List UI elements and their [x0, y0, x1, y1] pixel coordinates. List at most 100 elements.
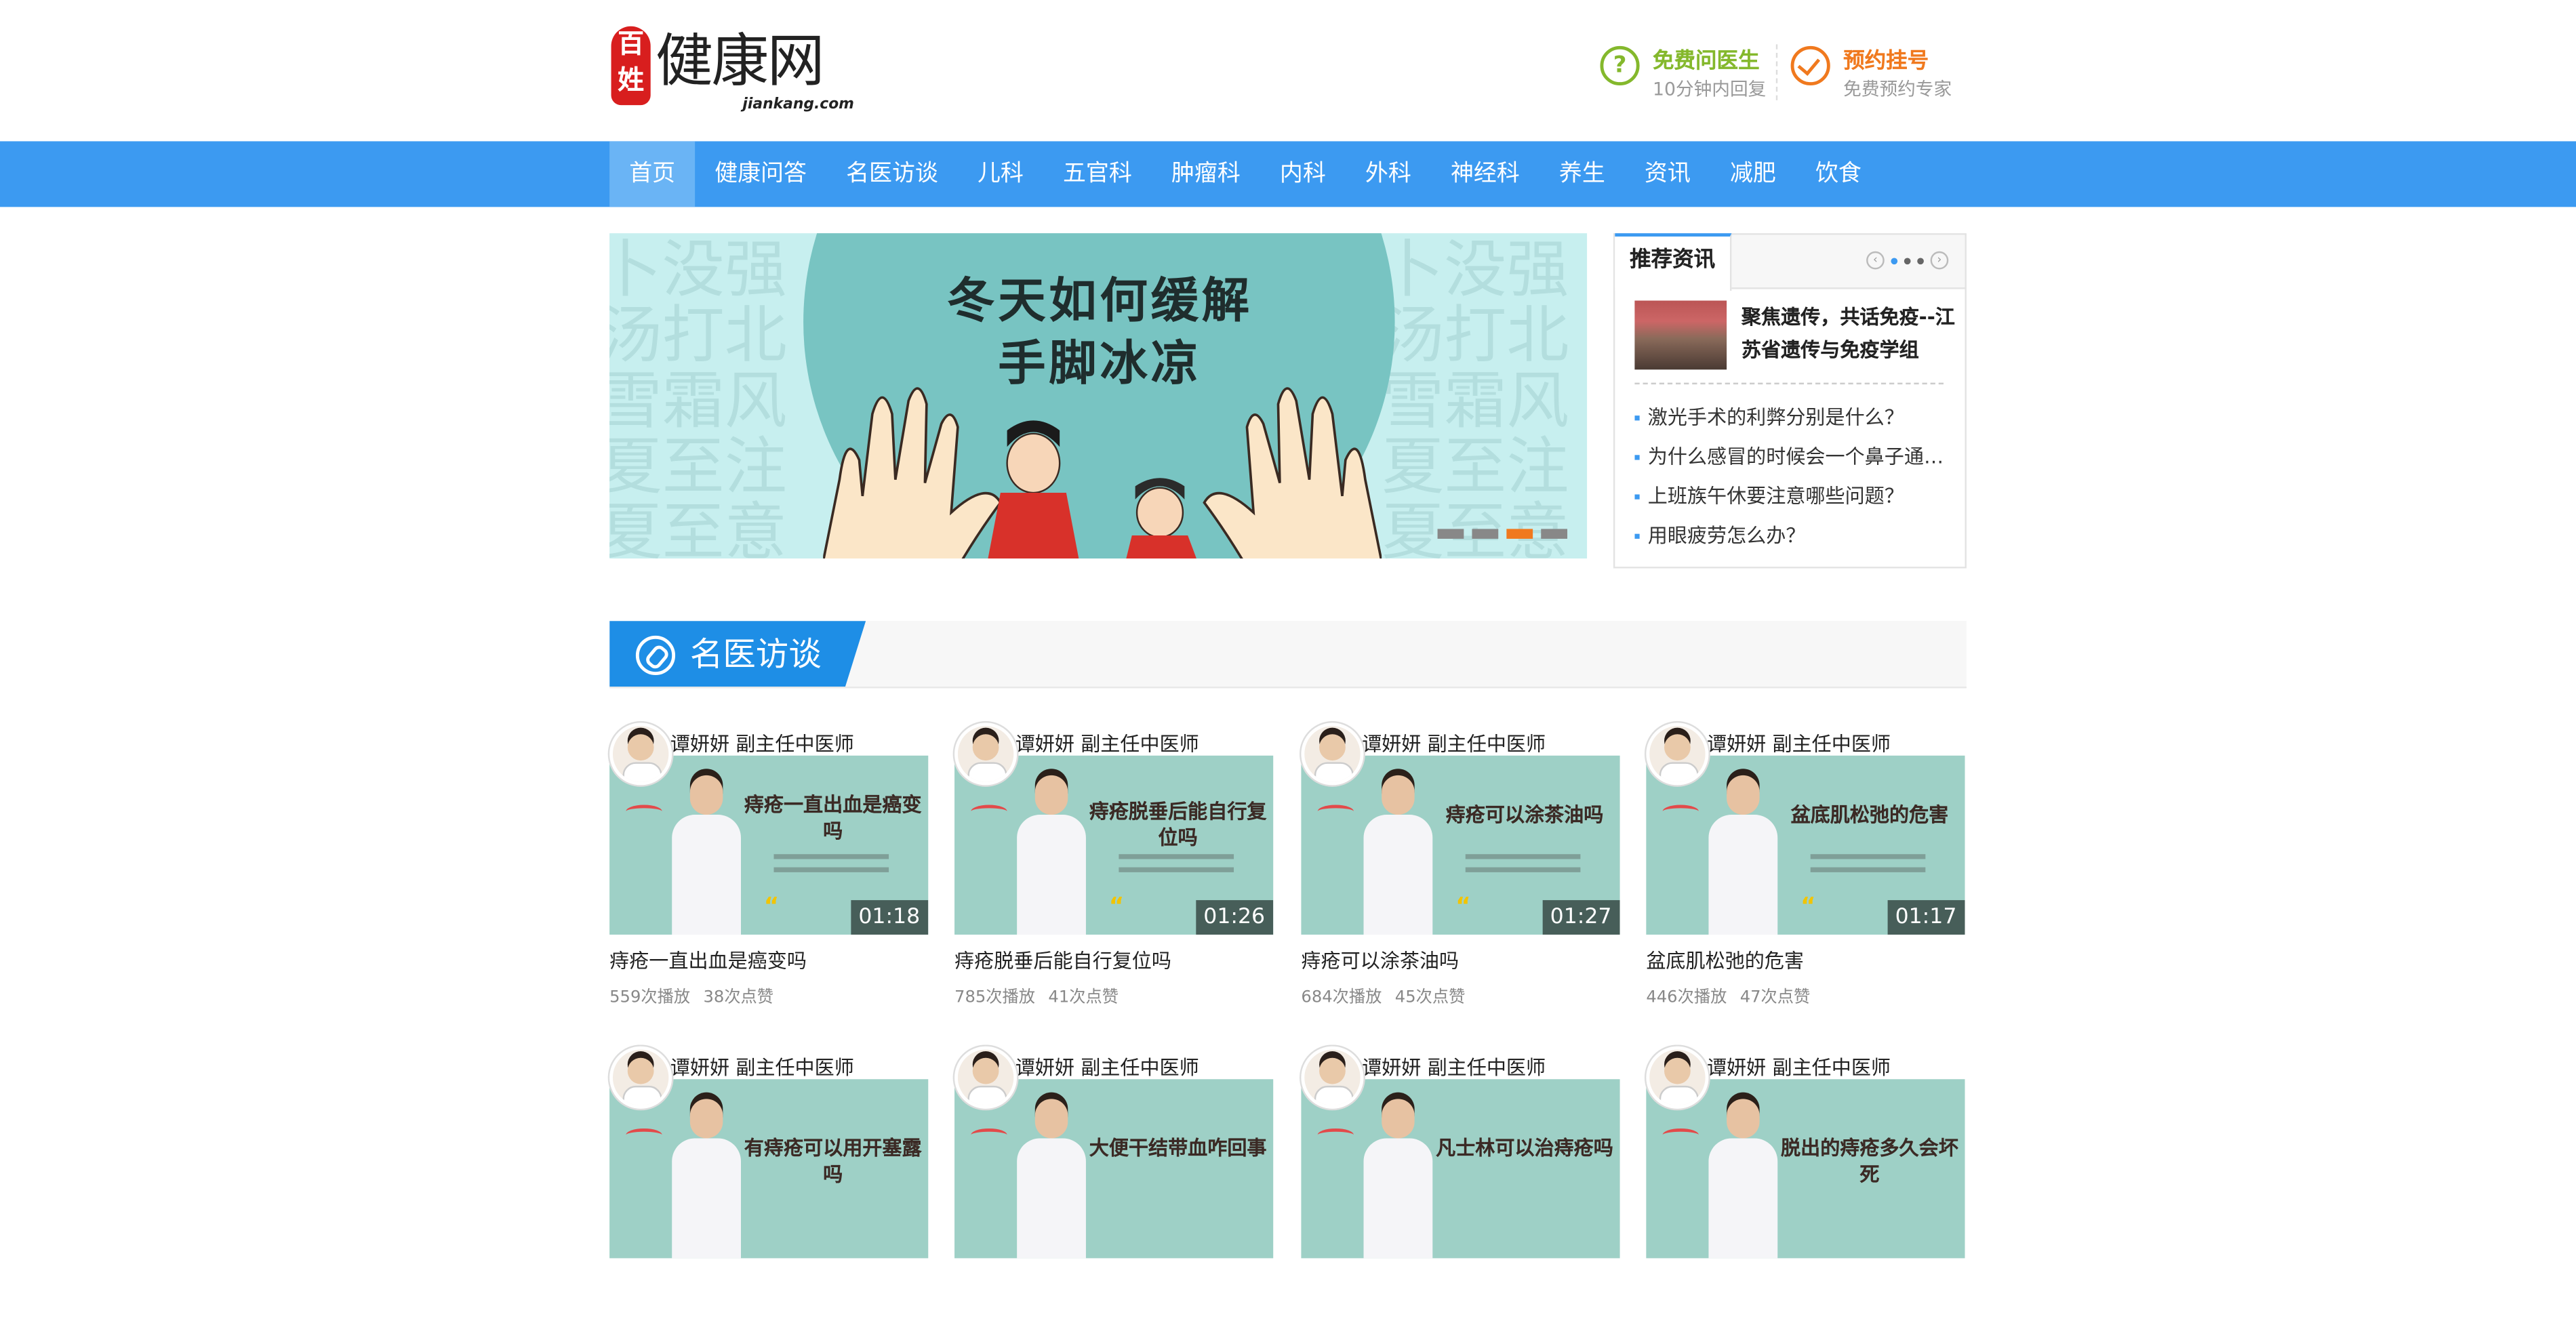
thumbnail-title: 脱出的痔疮多久会坏死: [1781, 1137, 1958, 1186]
doctor-name[interactable]: 谭妍妍 副主任中医师: [1015, 729, 1199, 757]
tab-recommended-news[interactable]: 推荐资讯: [1615, 233, 1732, 291]
doctor-avatar[interactable]: [609, 1046, 672, 1109]
news-list-item[interactable]: 上班族午休要注意哪些问题？: [1634, 476, 1955, 516]
logo-domain: jiankang.com: [742, 96, 854, 114]
thumbnail-caption: [1810, 854, 1926, 859]
chevron-right-icon[interactable]: ›: [1930, 251, 1949, 270]
video-card[interactable]: 脱出的痔疮多久会坏死 谭妍妍 副主任中医师: [1646, 1046, 1965, 1342]
doctor-name[interactable]: 谭妍妍 副主任中医师: [670, 1053, 854, 1080]
video-card[interactable]: 痔疮一直出血是癌变吗 “ 01:18 谭妍妍 副主任中医师 痔疮一直出血是癌变吗…: [609, 723, 929, 1018]
play-count: 559次播放: [609, 988, 691, 1007]
banner-illustration: [823, 387, 1382, 558]
nav-item-weight-loss[interactable]: 减肥: [1710, 141, 1796, 207]
section-title-tab[interactable]: 名医访谈: [609, 621, 866, 687]
video-title[interactable]: 盆底肌松弛的危害: [1646, 946, 1804, 974]
thumbnail-title: 痔疮可以涂茶油吗: [1445, 803, 1604, 827]
video-thumbnail[interactable]: 凡士林可以治痔疮吗: [1301, 1079, 1620, 1259]
video-duration: 01:26: [1195, 900, 1274, 935]
banner-pagination: [1437, 529, 1568, 539]
doctor-avatar[interactable]: [1301, 723, 1364, 786]
video-card[interactable]: 凡士林可以治痔疮吗 谭妍妍 副主任中医师: [1301, 1046, 1620, 1342]
banner-dot[interactable]: [1472, 529, 1499, 539]
video-stats: 559次播放 38次点赞: [609, 982, 773, 1007]
doctor-name[interactable]: 谭妍妍 副主任中医师: [1707, 1053, 1891, 1080]
video-title[interactable]: 痔疮脱垂后能自行复位吗: [954, 946, 1171, 974]
thumbnail-caption: [1119, 854, 1234, 859]
doctor-avatar[interactable]: [609, 723, 672, 786]
recommended-news-panel: 推荐资讯 ‹ › 聚焦遗传，共话免疫--江苏省遗传与免疫学组 激光手术的利弊分别…: [1613, 233, 1967, 569]
decor-squiggle: [1317, 805, 1354, 818]
quote-icon: “: [1455, 893, 1471, 920]
section-title: 名医访谈: [689, 634, 822, 674]
banner-dot[interactable]: [1437, 529, 1464, 539]
nav-item-home[interactable]: 首页: [609, 141, 696, 207]
video-title[interactable]: 痔疮一直出血是癌变吗: [609, 946, 807, 974]
video-thumbnail[interactable]: 有痔疮可以用开塞露吗: [609, 1079, 929, 1259]
video-card[interactable]: 大便干结带血咋回事 谭妍妍 副主任中医师: [954, 1046, 1274, 1342]
pill-icon: [635, 635, 676, 676]
nav-item-doctor-interviews[interactable]: 名医访谈: [826, 141, 958, 207]
question-icon: ?: [1600, 45, 1640, 86]
featured-news-title[interactable]: 聚焦遗传，共话免疫--江苏省遗传与免疫学组: [1742, 301, 1955, 367]
main-nav: 首页 健康问答 名医访谈 儿科 五官科 肿瘤科 内科 外科 神经科 养生 资讯 …: [0, 141, 2576, 207]
video-thumbnail[interactable]: 痔疮脱垂后能自行复位吗 “ 01:26: [954, 755, 1274, 935]
doctor-avatar[interactable]: [954, 723, 1018, 786]
nav-item-ent[interactable]: 五官科: [1043, 141, 1152, 207]
video-thumbnail[interactable]: 脱出的痔疮多久会坏死: [1646, 1079, 1965, 1259]
book-appointment-title: 预约挂号: [1843, 49, 1929, 75]
video-thumbnail[interactable]: 痔疮一直出血是癌变吗 “ 01:18: [609, 755, 929, 935]
nav-item-pediatrics[interactable]: 儿科: [958, 141, 1043, 207]
video-card[interactable]: 痔疮可以涂茶油吗 “ 01:27 谭妍妍 副主任中医师 痔疮可以涂茶油吗 684…: [1301, 723, 1620, 1018]
news-list-item[interactable]: 为什么感冒的时候会一个鼻子通气一个鼻子不通: [1634, 437, 1955, 476]
nav-item-neurology[interactable]: 神经科: [1431, 141, 1539, 207]
news-carousel-controls: ‹ ›: [1866, 251, 1949, 270]
video-thumbnail[interactable]: 盆底肌松弛的危害 “ 01:17: [1646, 755, 1965, 935]
nav-item-health-qa[interactable]: 健康问答: [695, 141, 826, 207]
doctor-avatar[interactable]: [1301, 1046, 1364, 1109]
video-duration: 01:17: [1887, 900, 1965, 935]
decor-squiggle: [1662, 805, 1699, 818]
chevron-left-icon[interactable]: ‹: [1866, 251, 1885, 270]
doctor-name[interactable]: 谭妍妍 副主任中医师: [1015, 1053, 1199, 1080]
news-list-item[interactable]: 激光手术的利弊分别是什么？: [1634, 397, 1955, 436]
doctor-name[interactable]: 谭妍妍 副主任中医师: [1362, 729, 1546, 757]
banner-slide[interactable]: 卜没强汤打北雪霜风夏至注夏至意 汉牛防 卜没强汤打北雪霜风夏至注夏至意 汉牛防 …: [609, 233, 1588, 558]
site-logo[interactable]: 百姓 健康网 jiankang.com: [609, 23, 854, 121]
banner-dot[interactable]: [1541, 529, 1568, 539]
doctor-avatar[interactable]: [1646, 723, 1709, 786]
nav-item-diet[interactable]: 饮食: [1796, 141, 1881, 207]
banner-title: 冬天如何缓解 手脚冰凉: [931, 269, 1268, 394]
news-list-item[interactable]: 用眼疲劳怎么办？: [1634, 516, 1955, 555]
decor-squiggle: [1317, 1128, 1354, 1141]
video-thumbnail[interactable]: 痔疮可以涂茶油吗 “ 01:27: [1301, 755, 1620, 935]
decor-squiggle: [971, 1128, 1007, 1141]
video-title[interactable]: 痔疮可以涂茶油吗: [1301, 946, 1459, 974]
doctor-avatar[interactable]: [954, 1046, 1018, 1109]
nav-item-surgery[interactable]: 外科: [1346, 141, 1431, 207]
banner-dot-active[interactable]: [1506, 529, 1533, 539]
thumbnail-title: 有痔疮可以用开塞露吗: [744, 1137, 922, 1186]
doctor-name[interactable]: 谭妍妍 副主任中医师: [670, 729, 854, 757]
doctor-figure: [1708, 775, 1778, 935]
video-card[interactable]: 盆底肌松弛的危害 “ 01:17 谭妍妍 副主任中医师 盆底肌松弛的危害 446…: [1646, 723, 1965, 1018]
banner-bg-chars-right: 卜没强汤打北雪霜风夏至注夏至意 汉牛防: [1382, 233, 1569, 558]
doctor-name[interactable]: 谭妍妍 副主任中医师: [1707, 729, 1891, 757]
nav-item-wellness[interactable]: 养生: [1539, 141, 1625, 207]
video-thumbnail[interactable]: 大便干结带血咋回事: [954, 1079, 1274, 1259]
video-card[interactable]: 痔疮脱垂后能自行复位吗 “ 01:26 谭妍妍 副主任中医师 痔疮脱垂后能自行复…: [954, 723, 1274, 1018]
news-page-dot-active[interactable]: [1891, 257, 1898, 264]
video-card[interactable]: 有痔疮可以用开塞露吗 谭妍妍 副主任中医师: [609, 1046, 929, 1342]
news-page-dot[interactable]: [1917, 257, 1924, 264]
thumbnail-title: 痔疮一直出血是癌变吗: [744, 793, 922, 843]
news-page-dot[interactable]: [1904, 257, 1911, 264]
video-duration: 01:27: [1542, 900, 1620, 935]
thumbnail-title: 盆底肌松弛的危害: [1790, 803, 1949, 827]
banner-title-line2: 手脚冰凉: [998, 335, 1202, 391]
featured-news-image[interactable]: [1634, 300, 1727, 370]
doctor-name[interactable]: 谭妍妍 副主任中医师: [1362, 1053, 1546, 1080]
nav-item-internal-medicine[interactable]: 内科: [1260, 141, 1346, 207]
like-count: 41次点赞: [1048, 988, 1119, 1007]
nav-item-oncology[interactable]: 肿瘤科: [1152, 141, 1260, 207]
doctor-avatar[interactable]: [1646, 1046, 1709, 1109]
nav-item-news[interactable]: 资讯: [1625, 141, 1710, 207]
